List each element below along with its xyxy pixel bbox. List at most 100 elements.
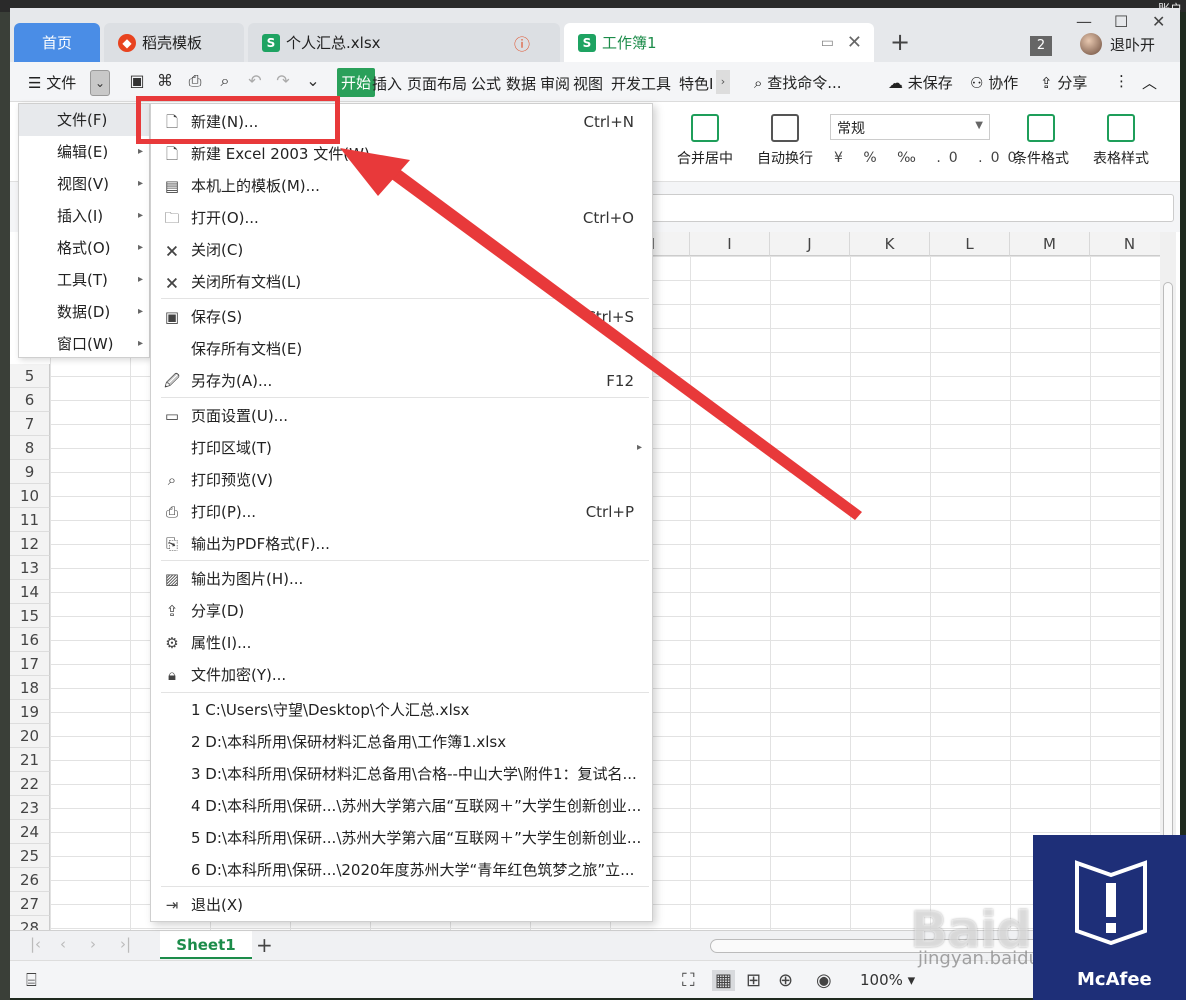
menu-item-insert[interactable]: 插入(I) ▸ xyxy=(19,200,149,232)
user-avatar[interactable] xyxy=(1080,33,1102,55)
maximize-icon[interactable]: ☐ xyxy=(1114,12,1128,31)
page-break-view-icon[interactable]: ⊞ xyxy=(746,970,761,991)
ribbon-tab-start[interactable]: 开始 xyxy=(337,68,376,97)
menu-item-window[interactable]: 窗口(W) ▸ xyxy=(19,328,149,360)
row-header[interactable]: 24 xyxy=(10,820,50,844)
menu-recent-file[interactable]: 1 C:\Users\守望\Desktop\个人汇总.xlsx xyxy=(151,695,652,725)
menu-recent-file[interactable]: 4 D:\本科所用\保研...\苏州大学第六届“互联网＋”大学生创新创业... xyxy=(151,791,652,821)
user-name[interactable]: 退卟开 xyxy=(1110,34,1155,55)
ribbon-tab-review[interactable]: 审阅 xyxy=(540,73,570,94)
menu-recent-file[interactable]: 5 D:\本科所用\保研...\苏州大学第六届“互联网＋”大学生创新创业... xyxy=(151,823,652,853)
row-header[interactable]: 6 xyxy=(10,388,50,412)
collapse-ribbon-icon[interactable]: ︿ xyxy=(1142,72,1157,93)
conditional-format-button[interactable]: 条件格式 xyxy=(1006,114,1076,168)
row-header[interactable]: 27 xyxy=(10,892,50,916)
prev-sheet-icon[interactable]: ‹ xyxy=(60,935,66,953)
number-format-icons[interactable]: ¥ % ‰ .0 .00 xyxy=(834,150,1024,166)
print-preview-icon[interactable]: ⌕ xyxy=(214,71,236,93)
fullscreen-icon[interactable]: ⛶ xyxy=(682,970,695,991)
column-header[interactable]: N xyxy=(1090,232,1160,256)
next-sheet-icon[interactable]: › xyxy=(90,935,96,953)
menu-recent-file[interactable]: 2 D:\本科所用\保研材料汇总备用\工作簿1.xlsx xyxy=(151,727,652,757)
menu-export-pdf[interactable]: ⎘ 输出为PDF格式(F)... xyxy=(151,529,652,559)
merge-center-button[interactable]: 合并居中 xyxy=(670,114,740,168)
ribbon-tab-page-layout[interactable]: 页面布局 xyxy=(407,73,467,94)
menu-close[interactable]: 🗙 关闭(C) xyxy=(151,235,652,265)
redo-icon[interactable]: ↷ xyxy=(272,71,294,93)
tab-workbook1[interactable]: S 工作簿1 ▭ ✕ xyxy=(564,23,874,62)
row-header[interactable]: 25 xyxy=(10,844,50,868)
ribbon-tab-formulas[interactable]: 公式 xyxy=(471,73,501,94)
menu-item-tools[interactable]: 工具(T) ▸ xyxy=(19,264,149,296)
row-header[interactable]: 18 xyxy=(10,676,50,700)
tab-personal-summary[interactable]: S 个人汇总.xlsx ⓘ xyxy=(248,23,560,62)
menu-exit[interactable]: ⇥ 退出(X) xyxy=(151,890,652,920)
window-count-badge[interactable]: 2 xyxy=(1030,36,1052,56)
menu-page-setup[interactable]: ▭ 页面设置(U)... xyxy=(151,401,652,431)
row-header[interactable]: 14 xyxy=(10,580,50,604)
minimize-icon[interactable]: — xyxy=(1076,12,1092,31)
undo-icon[interactable]: ↶ xyxy=(244,71,266,93)
menu-print-preview[interactable]: ⌕ 打印预览(V) xyxy=(151,465,652,495)
ribbon-tab-developer[interactable]: 开发工具 xyxy=(611,73,671,94)
close-window-icon[interactable]: ✕ xyxy=(1152,12,1165,31)
menu-item-format[interactable]: 格式(O) ▸ xyxy=(19,232,149,264)
new-tab-button[interactable]: + xyxy=(890,28,910,56)
format-painter-icon[interactable]: ⌘ xyxy=(154,71,176,93)
row-header[interactable]: 26 xyxy=(10,868,50,892)
menu-item-view[interactable]: 视图(V) ▸ xyxy=(19,168,149,200)
number-format-select[interactable]: 常规 ▼ xyxy=(830,114,990,140)
column-header[interactable]: J xyxy=(770,232,850,256)
tab-home[interactable]: 首页 xyxy=(14,23,100,62)
menu-save-as[interactable]: 🖉 另存为(A)... F12 xyxy=(151,366,652,396)
search-commands[interactable]: ⌕ 查找命令... xyxy=(754,72,842,93)
close-tab-icon[interactable]: ✕ xyxy=(847,32,862,53)
first-sheet-icon[interactable]: |‹ xyxy=(30,935,41,953)
menu-local-templates[interactable]: ▤ 本机上的模板(M)... xyxy=(151,171,652,201)
file-menu-button[interactable]: ☰ 文件 xyxy=(28,72,76,93)
tab-daoke-templates[interactable]: ◆ 稻壳模板 xyxy=(104,23,244,62)
menu-save[interactable]: ▣ 保存(S) Ctrl+S xyxy=(151,302,652,332)
save-icon[interactable]: ▣ xyxy=(126,71,148,93)
row-header[interactable]: 17 xyxy=(10,652,50,676)
unsaved-status[interactable]: ☁ 未保存 xyxy=(888,72,953,93)
menu-item-file[interactable]: 文件(F) xyxy=(19,104,149,136)
column-header[interactable]: L xyxy=(930,232,1010,256)
menu-recent-file[interactable]: 3 D:\本科所用\保研材料汇总备用\合格--中山大学\附件1：复试名... xyxy=(151,759,652,789)
menu-item-edit[interactable]: 编辑(E) ▸ xyxy=(19,136,149,168)
row-header[interactable]: 11 xyxy=(10,508,50,532)
menu-print-area[interactable]: 打印区域(T) ▸ xyxy=(151,433,652,463)
row-header[interactable]: 21 xyxy=(10,748,50,772)
ribbon-tab-view[interactable]: 视图 xyxy=(573,73,603,94)
column-header[interactable]: M xyxy=(1010,232,1090,256)
menu-recent-file[interactable]: 6 D:\本科所用\保研...\2020年度苏州大学“青年红色筑梦之旅”立... xyxy=(151,855,652,885)
row-header[interactable]: 8 xyxy=(10,436,50,460)
share-button[interactable]: ⇪ 分享 xyxy=(1040,72,1087,93)
ribbon-tab-data[interactable]: 数据 xyxy=(506,73,536,94)
row-header[interactable]: 15 xyxy=(10,604,50,628)
wrap-text-button[interactable]: 自动换行 xyxy=(750,114,820,168)
normal-view-icon[interactable]: ▦ xyxy=(712,970,736,991)
row-header[interactable]: 5 xyxy=(10,364,50,388)
file-dropdown-toggle[interactable]: ⌄ xyxy=(90,70,110,96)
menu-open[interactable]: 🗀 打开(O)... Ctrl+O xyxy=(151,203,652,233)
column-header[interactable]: I xyxy=(690,232,770,256)
table-style-button[interactable]: 表格样式 xyxy=(1086,114,1156,168)
menu-share[interactable]: ⇪ 分享(D) xyxy=(151,596,652,626)
menu-print[interactable]: ⎙ 打印(P)... Ctrl+P xyxy=(151,497,652,527)
row-header[interactable]: 10 xyxy=(10,484,50,508)
ribbon-tab-features[interactable]: 特色I xyxy=(679,73,713,94)
menu-close-all[interactable]: 🗙 关闭所有文档(L) xyxy=(151,267,652,297)
row-header[interactable]: 22 xyxy=(10,772,50,796)
menu-item-data[interactable]: 数据(D) ▸ xyxy=(19,296,149,328)
row-header[interactable]: 7 xyxy=(10,412,50,436)
formula-input[interactable] xyxy=(650,194,1174,222)
vertical-scrollbar[interactable] xyxy=(1160,232,1176,932)
menu-export-image[interactable]: ▨ 输出为图片(H)... xyxy=(151,564,652,594)
zoom-level[interactable]: 100% ▾ xyxy=(860,971,915,989)
ribbon-scroll-right-icon[interactable]: › xyxy=(716,70,730,94)
row-header[interactable]: 12 xyxy=(10,532,50,556)
row-header[interactable]: 20 xyxy=(10,724,50,748)
print-icon[interactable]: ⎙ xyxy=(184,71,206,93)
more-options-icon[interactable]: ⋮ xyxy=(1114,72,1129,90)
